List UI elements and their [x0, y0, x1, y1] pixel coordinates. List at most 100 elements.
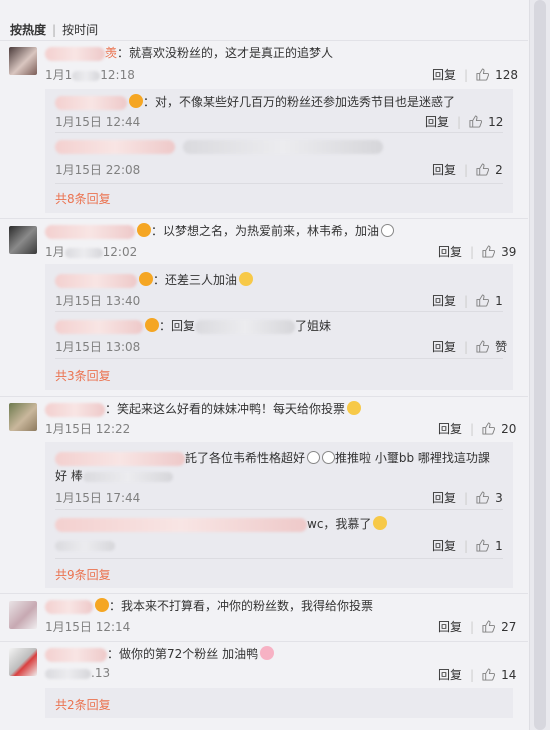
blurred-username[interactable]	[45, 224, 135, 239]
reply-header: wc，我慕了	[55, 516, 388, 532]
username-tail[interactable]: 羡	[105, 46, 117, 60]
like-count: 1	[495, 294, 503, 308]
more-replies-link[interactable]: 共3条回复	[55, 367, 111, 384]
blurred-username[interactable]	[45, 46, 105, 61]
comment-time: 1月1 12:18	[45, 68, 135, 82]
blurred-username[interactable]	[55, 273, 137, 288]
like-button[interactable]: 27	[482, 620, 516, 634]
comment-time: 1月15日 12:22	[45, 422, 131, 436]
comment-time: 1月 12:02	[45, 245, 138, 259]
thumbs-up-icon	[469, 115, 483, 128]
reply-header: ：回复 了姐妹	[55, 318, 331, 334]
like-button[interactable]: 20	[482, 422, 516, 436]
reply-button[interactable]: 回复	[425, 115, 449, 129]
comment-header: ：笑起来这么好看的妹妹冲鸭！每天给你投票	[45, 401, 362, 417]
divider	[55, 558, 503, 559]
reply-list: ：对，不像某些好几百万的粉丝还参加选秀节目也是迷惑了 1月15日 12:44 回…	[45, 89, 513, 213]
like-button[interactable]: 39	[482, 245, 516, 259]
like-count: 20	[501, 422, 517, 436]
reply-button[interactable]: 回复	[432, 294, 456, 308]
reply-button[interactable]: 回复	[432, 491, 456, 505]
comment-time: 1月15日 12:14	[45, 620, 131, 634]
sort-by-hot-tab[interactable]: 按热度	[10, 21, 46, 38]
divider	[0, 593, 528, 594]
like-button[interactable]: 128	[476, 68, 518, 82]
blurred-username[interactable]	[45, 402, 105, 417]
avatar[interactable]	[9, 226, 37, 254]
like-button[interactable]: 3	[476, 491, 503, 505]
blurred-username[interactable]	[55, 139, 175, 154]
thumbs-up-emoji-icon	[322, 451, 336, 464]
reply-time: 1月15日 13:08	[55, 340, 141, 354]
blurred-username[interactable]	[55, 451, 185, 466]
reply-time: 1月15日 17:44	[55, 491, 141, 505]
reply-list: 託了各位韦希性格超好 推推啦 小璽bb 哪裡找這功課 好 棒 1月15日 17:4…	[45, 442, 513, 588]
reply-time: 1月15日 13:40	[55, 294, 141, 308]
avatar[interactable]	[9, 403, 37, 431]
like-button[interactable]: 赞	[476, 340, 507, 354]
thumbs-up-icon	[476, 294, 490, 307]
blurred-reply-text	[183, 139, 383, 154]
blurred-mention[interactable]	[195, 319, 296, 334]
thumbs-up-icon	[476, 163, 490, 176]
blurred-reply-text	[82, 471, 173, 482]
tab-separator: |	[52, 23, 57, 37]
scrollbar-thumb[interactable]	[534, 0, 546, 730]
like-button[interactable]: 1	[476, 294, 503, 308]
flexed-arm-emoji-icon	[347, 401, 362, 415]
comment-panel: 按热度 | 按时间 羡：就喜欢没粉丝的，这才是真正的追梦人 1月1 12:18 回复 |…	[0, 0, 528, 730]
comment-header: ：做你的第72个粉丝 加油鸭	[45, 646, 275, 662]
reply-text: ：对，不像某些好几百万的粉丝还参加选秀节目也是迷惑了	[143, 95, 456, 109]
reply-button[interactable]: 回复	[432, 68, 456, 82]
comment-actions: 回复 | 128	[432, 68, 518, 82]
more-replies-link[interactable]: 共8条回复	[55, 190, 111, 207]
comment-time: .13	[45, 666, 110, 680]
divider	[0, 218, 528, 219]
sort-by-time-tab[interactable]: 按时间	[62, 21, 98, 38]
blurred-username[interactable]	[55, 517, 307, 532]
scrollbar[interactable]	[529, 0, 550, 730]
like-button[interactable]: 12	[469, 115, 503, 129]
reply-button[interactable]: 回复	[432, 340, 456, 354]
blurred-username[interactable]	[55, 95, 127, 110]
reply-button[interactable]: 回复	[438, 620, 462, 634]
thumbs-up-icon	[482, 668, 496, 681]
like-button[interactable]: 14	[482, 668, 516, 682]
reply-text: wc，我慕了	[307, 517, 372, 531]
more-replies-link[interactable]: 共9条回复	[55, 566, 111, 583]
like-count: 39	[501, 245, 517, 259]
reply-button[interactable]: 回复	[432, 539, 456, 553]
blurred-username[interactable]	[45, 599, 93, 614]
divider	[0, 641, 528, 642]
thumbs-up-icon	[476, 340, 490, 353]
blurred-username[interactable]	[45, 647, 107, 662]
like-count: 27	[501, 620, 517, 634]
reply-text: 了姐妹	[295, 319, 332, 333]
like-count: 128	[495, 68, 518, 82]
blurred-username[interactable]	[55, 319, 143, 334]
divider	[55, 311, 503, 312]
like-button[interactable]: 1	[476, 539, 503, 553]
comment-text: ：笑起来这么好看的妹妹冲鸭！每天给你投票	[105, 402, 346, 416]
reply-button[interactable]: 回复	[438, 422, 462, 436]
reply-button[interactable]: 回复	[438, 245, 462, 259]
avatar[interactable]	[9, 47, 37, 75]
like-button[interactable]: 2	[476, 163, 503, 177]
avatar[interactable]	[9, 648, 37, 676]
vip-badge-icon	[137, 223, 151, 237]
reply-time: 1月15日 12:44	[55, 115, 141, 129]
more-replies-link[interactable]: 共2条回复	[55, 696, 111, 713]
avatar[interactable]	[9, 601, 37, 629]
reply-header: ：还差三人加油	[55, 272, 254, 288]
reply-list: 共2条回复	[45, 688, 513, 718]
comment-header: ：我本来不打算看，冲你的粉丝数，我得给你投票	[45, 598, 373, 614]
comment-actions: 回复 | 20	[438, 422, 517, 436]
comment-text: ：就喜欢没粉丝的，这才是真正的追梦人	[117, 46, 334, 60]
reply-text-continued: 推推啦 小璽bb 哪裡找這功課	[335, 451, 490, 465]
vip-badge-icon	[95, 598, 109, 612]
reply-button[interactable]: 回复	[438, 668, 462, 682]
divider	[55, 509, 503, 510]
reply-button[interactable]: 回复	[432, 163, 456, 177]
comment-header: ：以梦想之名，为热爱前来，林韦希，加油	[45, 223, 395, 239]
thumbs-up-icon	[476, 68, 490, 81]
